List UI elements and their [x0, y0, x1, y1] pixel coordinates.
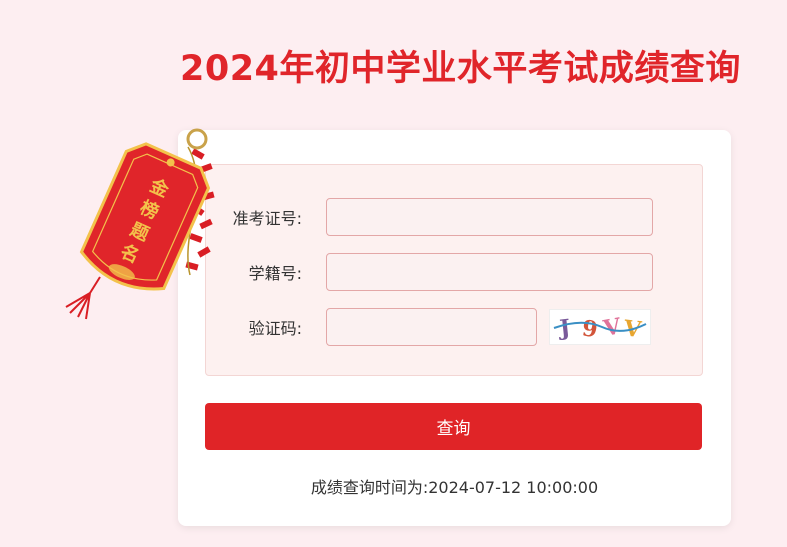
exam-number-row: 准考证号: [206, 197, 653, 237]
captcha-row: 验证码: J 9 V V [206, 307, 651, 347]
form-panel: 准考证号: 学籍号: 验证码: J 9 V V [205, 164, 703, 376]
svg-text:9: 9 [580, 315, 599, 342]
query-time-note: 成绩查询时间为:2024-07-12 10:00:00 [310, 478, 599, 497]
query-button[interactable]: 查询 [205, 403, 702, 450]
query-card: 准考证号: 学籍号: 验证码: J 9 V V 查询 成绩查询时间为:2024-… [178, 130, 731, 526]
page: 2024年初中学业水平考试成绩查询 准考证号: 学籍号: 验证码: J 9 V [0, 0, 787, 547]
captcha-graphic: J 9 V V [553, 313, 647, 342]
golden-list-charm-icon: 金 榜 题 名 [65, 128, 215, 320]
exam-number-input[interactable] [326, 198, 653, 236]
captcha-image[interactable]: J 9 V V [549, 309, 651, 345]
captcha-input[interactable] [326, 308, 537, 346]
page-title: 2024年初中学业水平考试成绩查询 [180, 49, 741, 89]
svg-text:J: J [556, 315, 571, 342]
student-id-input[interactable] [326, 253, 653, 291]
student-id-row: 学籍号: [206, 252, 653, 292]
